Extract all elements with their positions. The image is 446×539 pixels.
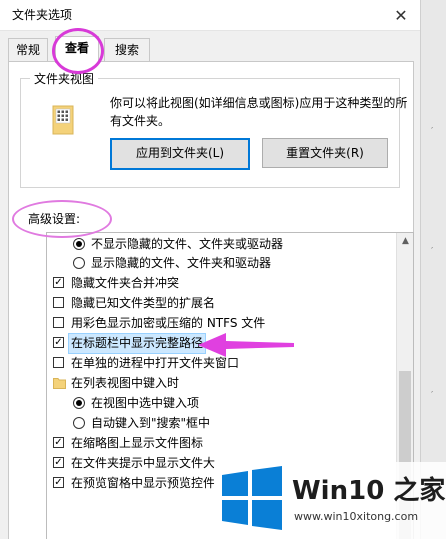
- checkbox[interactable]: [53, 357, 64, 368]
- checkbox[interactable]: ✓: [53, 437, 64, 448]
- view-tab-highlight-circle: [52, 28, 104, 74]
- radio-button[interactable]: [73, 238, 85, 250]
- radio-button[interactable]: [73, 257, 85, 269]
- annotation-arrow-icon: [198, 333, 294, 357]
- folder-views-description: 你可以将此视图(如详细信息或图标)应用于这种类型的所有文件夹。: [110, 96, 408, 128]
- folder-icon: [53, 378, 66, 389]
- list-item-label: 在列表视图中键入时: [71, 376, 180, 390]
- background-window-edge: ′ ′ ′: [420, 0, 446, 539]
- watermark-url: www.win10xitong.com: [294, 510, 419, 523]
- edge-mark: ′: [431, 126, 434, 137]
- tab-search[interactable]: 搜索: [104, 38, 150, 61]
- edge-mark: ′: [431, 246, 434, 257]
- list-item-label: 在缩略图上显示文件图标: [71, 436, 204, 450]
- folder-views-title: 文件夹视图: [30, 70, 99, 87]
- watermark-brand: Win10 之家: [292, 476, 446, 506]
- list-item-label: 不显示隐藏的文件、文件夹或驱动器: [91, 237, 284, 251]
- folder-view-icon: [52, 105, 74, 135]
- checkbox[interactable]: [53, 317, 64, 328]
- checkbox[interactable]: [53, 297, 64, 308]
- checkbox[interactable]: ✓: [53, 277, 64, 288]
- list-item-label: 在视图中选中键入项: [91, 396, 200, 410]
- reset-folders-button[interactable]: 重置文件夹(R): [262, 138, 388, 168]
- list-item-label: 自动键入到"搜索"框中: [91, 416, 211, 430]
- title-bar: 文件夹选项 ✕: [0, 0, 420, 31]
- list-item-label: 在预览窗格中显示预览控件: [71, 476, 216, 490]
- apply-to-folders-button[interactable]: 应用到文件夹(L): [110, 138, 250, 170]
- close-button[interactable]: ✕: [382, 0, 420, 30]
- tab-general[interactable]: 常规: [8, 38, 48, 61]
- win10-watermark: Win10 之家 www.win10xitong.com: [214, 462, 446, 539]
- list-item-label: 在文件夹提示中显示文件大: [71, 456, 216, 470]
- folder-options-window: 文件夹选项 ✕ ′ ′ ′ 常规 查看 搜索 文件夹视图 你可以将此视图(如详细…: [0, 0, 446, 539]
- edge-mark: ′: [431, 390, 434, 401]
- list-item-label: 隐藏文件夹合并冲突: [71, 276, 180, 290]
- checkbox[interactable]: ✓: [53, 457, 64, 468]
- radio-button[interactable]: [73, 417, 85, 429]
- list-item-label: 隐藏已知文件类型的扩展名: [71, 296, 216, 310]
- windows-logo-icon: [222, 466, 282, 530]
- checkbox[interactable]: ✓: [53, 477, 64, 488]
- list-item-label: 在标题栏中显示完整路径: [67, 333, 207, 354]
- scroll-up-arrow-icon[interactable]: ▲: [397, 233, 413, 250]
- window-title: 文件夹选项: [12, 8, 73, 22]
- radio-button[interactable]: [73, 397, 85, 409]
- checkbox[interactable]: ✓: [53, 337, 64, 348]
- list-item-label: 显示隐藏的文件、文件夹和驱动器: [91, 256, 272, 270]
- advanced-settings-highlight-ellipse: [12, 200, 112, 238]
